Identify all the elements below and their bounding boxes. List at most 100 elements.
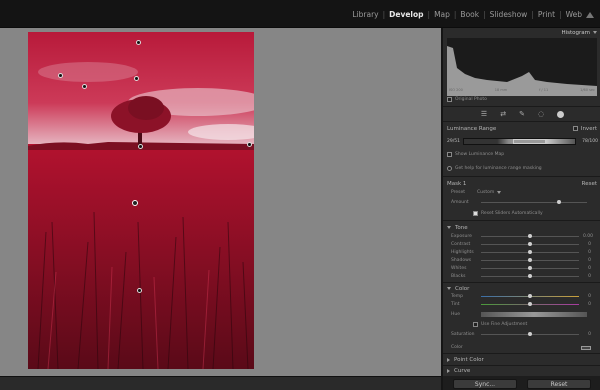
reset-sliders-checkbox[interactable] <box>473 211 478 216</box>
preset-dropdown-icon[interactable] <box>497 191 502 194</box>
panel-toggle-icon[interactable] <box>586 11 594 18</box>
exif-focal: 18 mm <box>494 88 508 92</box>
exif-shutter: 1/60 sec <box>580 88 595 92</box>
color-swatch-row[interactable]: Color <box>451 344 591 351</box>
color-header[interactable]: Color <box>447 284 597 293</box>
exposure-label: Exposure <box>451 234 472 239</box>
blacks-slider-row[interactable]: Blacks 0 <box>451 273 591 280</box>
tone-label: Tone <box>455 224 468 231</box>
fine-adjustment-row[interactable]: Use Fine Adjustment <box>473 321 600 328</box>
original-photo-row[interactable]: Original Photo <box>447 96 587 103</box>
active-mask-pin[interactable] <box>132 200 138 206</box>
luminance-help-row[interactable]: Get help for luminance range masking <box>447 165 597 172</box>
luminance-range-bar[interactable] <box>463 137 576 145</box>
reset-sliders-row[interactable]: Reset Sliders Automatically <box>473 210 600 217</box>
saturation-label: Saturation <box>451 332 475 337</box>
blacks-slider[interactable] <box>481 274 579 278</box>
amount-row[interactable]: Amount <box>451 199 591 206</box>
redeye-icon[interactable]: ◌ <box>538 110 544 118</box>
whites-slider-row[interactable]: Whites 0 <box>451 265 591 272</box>
luminance-help-link[interactable]: Get help for luminance range masking <box>455 166 542 171</box>
masking-icon[interactable] <box>557 110 565 118</box>
reset-button[interactable]: Reset <box>527 379 591 389</box>
crop-tool-icon[interactable]: ☰ <box>481 110 487 118</box>
hue-slider[interactable] <box>481 312 587 317</box>
tone-header[interactable]: Tone <box>447 223 597 232</box>
original-photo-checkbox[interactable] <box>447 97 452 102</box>
color-label: Color <box>455 285 470 292</box>
histogram: ISO 200 18 mm f / 11 1/60 sec <box>447 38 597 96</box>
module-print[interactable]: Print <box>538 10 555 19</box>
mask-pin[interactable] <box>137 288 142 293</box>
module-library[interactable]: Library <box>352 10 378 19</box>
highlights-slider-row[interactable]: Highlights 0 <box>451 249 591 256</box>
sync-button[interactable]: Sync... <box>453 379 517 389</box>
point-color-label: Point Color <box>454 356 484 363</box>
hue-slider-row[interactable]: Hue <box>451 311 591 318</box>
contrast-slider-row[interactable]: Contrast 0 <box>451 241 591 248</box>
module-slideshow[interactable]: Slideshow <box>490 10 528 19</box>
healing-icon[interactable]: ✎ <box>519 110 525 118</box>
amount-label: Amount <box>451 200 469 205</box>
preset-value[interactable]: Custom <box>477 190 494 195</box>
exposure-slider[interactable] <box>481 234 579 238</box>
shadows-label: Shadows <box>451 258 472 263</box>
tint-label: Tint <box>451 302 460 307</box>
show-luminance-map-checkbox[interactable] <box>447 152 452 157</box>
curve-header[interactable]: Curve <box>447 366 597 375</box>
mask-pin[interactable] <box>136 40 141 45</box>
amount-slider[interactable] <box>481 200 587 204</box>
blacks-value[interactable]: 0 <box>583 274 591 279</box>
module-book[interactable]: Book <box>460 10 479 19</box>
mask-reset-link[interactable]: Reset <box>582 181 597 187</box>
spot-removal-icon[interactable]: ⇄ <box>500 110 506 118</box>
histogram-title: Histogram <box>561 29 590 36</box>
shadows-slider-row[interactable]: Shadows 0 <box>451 257 591 264</box>
temp-slider[interactable] <box>481 294 579 298</box>
invert-label: Invert <box>580 125 597 132</box>
whites-slider[interactable] <box>481 266 579 270</box>
mask-pin[interactable] <box>58 73 63 78</box>
preset-row[interactable]: Preset Custom <box>451 189 591 196</box>
expand-icon <box>447 357 450 362</box>
mask-pin[interactable] <box>247 142 252 147</box>
luminance-range-slider[interactable]: 29/51 78/100 <box>447 135 598 147</box>
histogram-header[interactable]: Histogram <box>447 28 597 37</box>
image-canvas[interactable] <box>0 28 441 376</box>
contrast-value[interactable]: 0 <box>583 242 591 247</box>
exposure-slider-row[interactable]: Exposure 0.00 <box>451 233 593 240</box>
tool-strip: ☰ ⇄ ✎ ◌ <box>443 108 600 120</box>
curve-label: Curve <box>454 367 471 374</box>
module-map[interactable]: Map <box>434 10 450 19</box>
shadows-slider[interactable] <box>481 258 579 262</box>
fine-adjustment-checkbox[interactable] <box>473 322 478 327</box>
exposure-value[interactable]: 0.00 <box>583 234 593 239</box>
hue-label: Hue <box>451 312 461 317</box>
whites-value[interactable]: 0 <box>583 266 591 271</box>
luminance-range-header: Luminance Range Invert <box>447 124 597 133</box>
mask-pin[interactable] <box>138 144 143 149</box>
develop-panel: Histogram ISO 200 18 mm f / 11 1/60 sec … <box>441 28 600 390</box>
color-swatch[interactable] <box>581 345 591 350</box>
tint-slider-row[interactable]: Tint 0 <box>451 301 591 308</box>
luminance-min: 29/51 <box>447 138 460 144</box>
contrast-slider[interactable] <box>481 242 579 246</box>
contrast-label: Contrast <box>451 242 471 247</box>
shadows-value[interactable]: 0 <box>583 258 591 263</box>
mask-pin[interactable] <box>82 84 87 89</box>
tint-slider[interactable] <box>481 302 579 306</box>
module-develop[interactable]: Develop <box>389 10 423 19</box>
show-luminance-map-row[interactable]: Show Luminance Map <box>447 151 587 158</box>
mask-pin[interactable] <box>134 76 139 81</box>
photo[interactable] <box>28 32 254 369</box>
saturation-slider[interactable] <box>481 332 579 336</box>
exif-iso: ISO 200 <box>449 88 463 92</box>
point-color-header[interactable]: Point Color <box>447 355 597 364</box>
highlights-value[interactable]: 0 <box>583 250 591 255</box>
saturation-slider-row[interactable]: Saturation 0 <box>451 331 591 338</box>
temp-slider-row[interactable]: Temp 0 <box>451 293 591 300</box>
invert-checkbox[interactable] <box>572 126 578 131</box>
highlights-slider[interactable] <box>481 250 579 254</box>
luminance-range-label: Luminance Range <box>447 125 497 132</box>
module-web[interactable]: Web <box>566 10 582 19</box>
